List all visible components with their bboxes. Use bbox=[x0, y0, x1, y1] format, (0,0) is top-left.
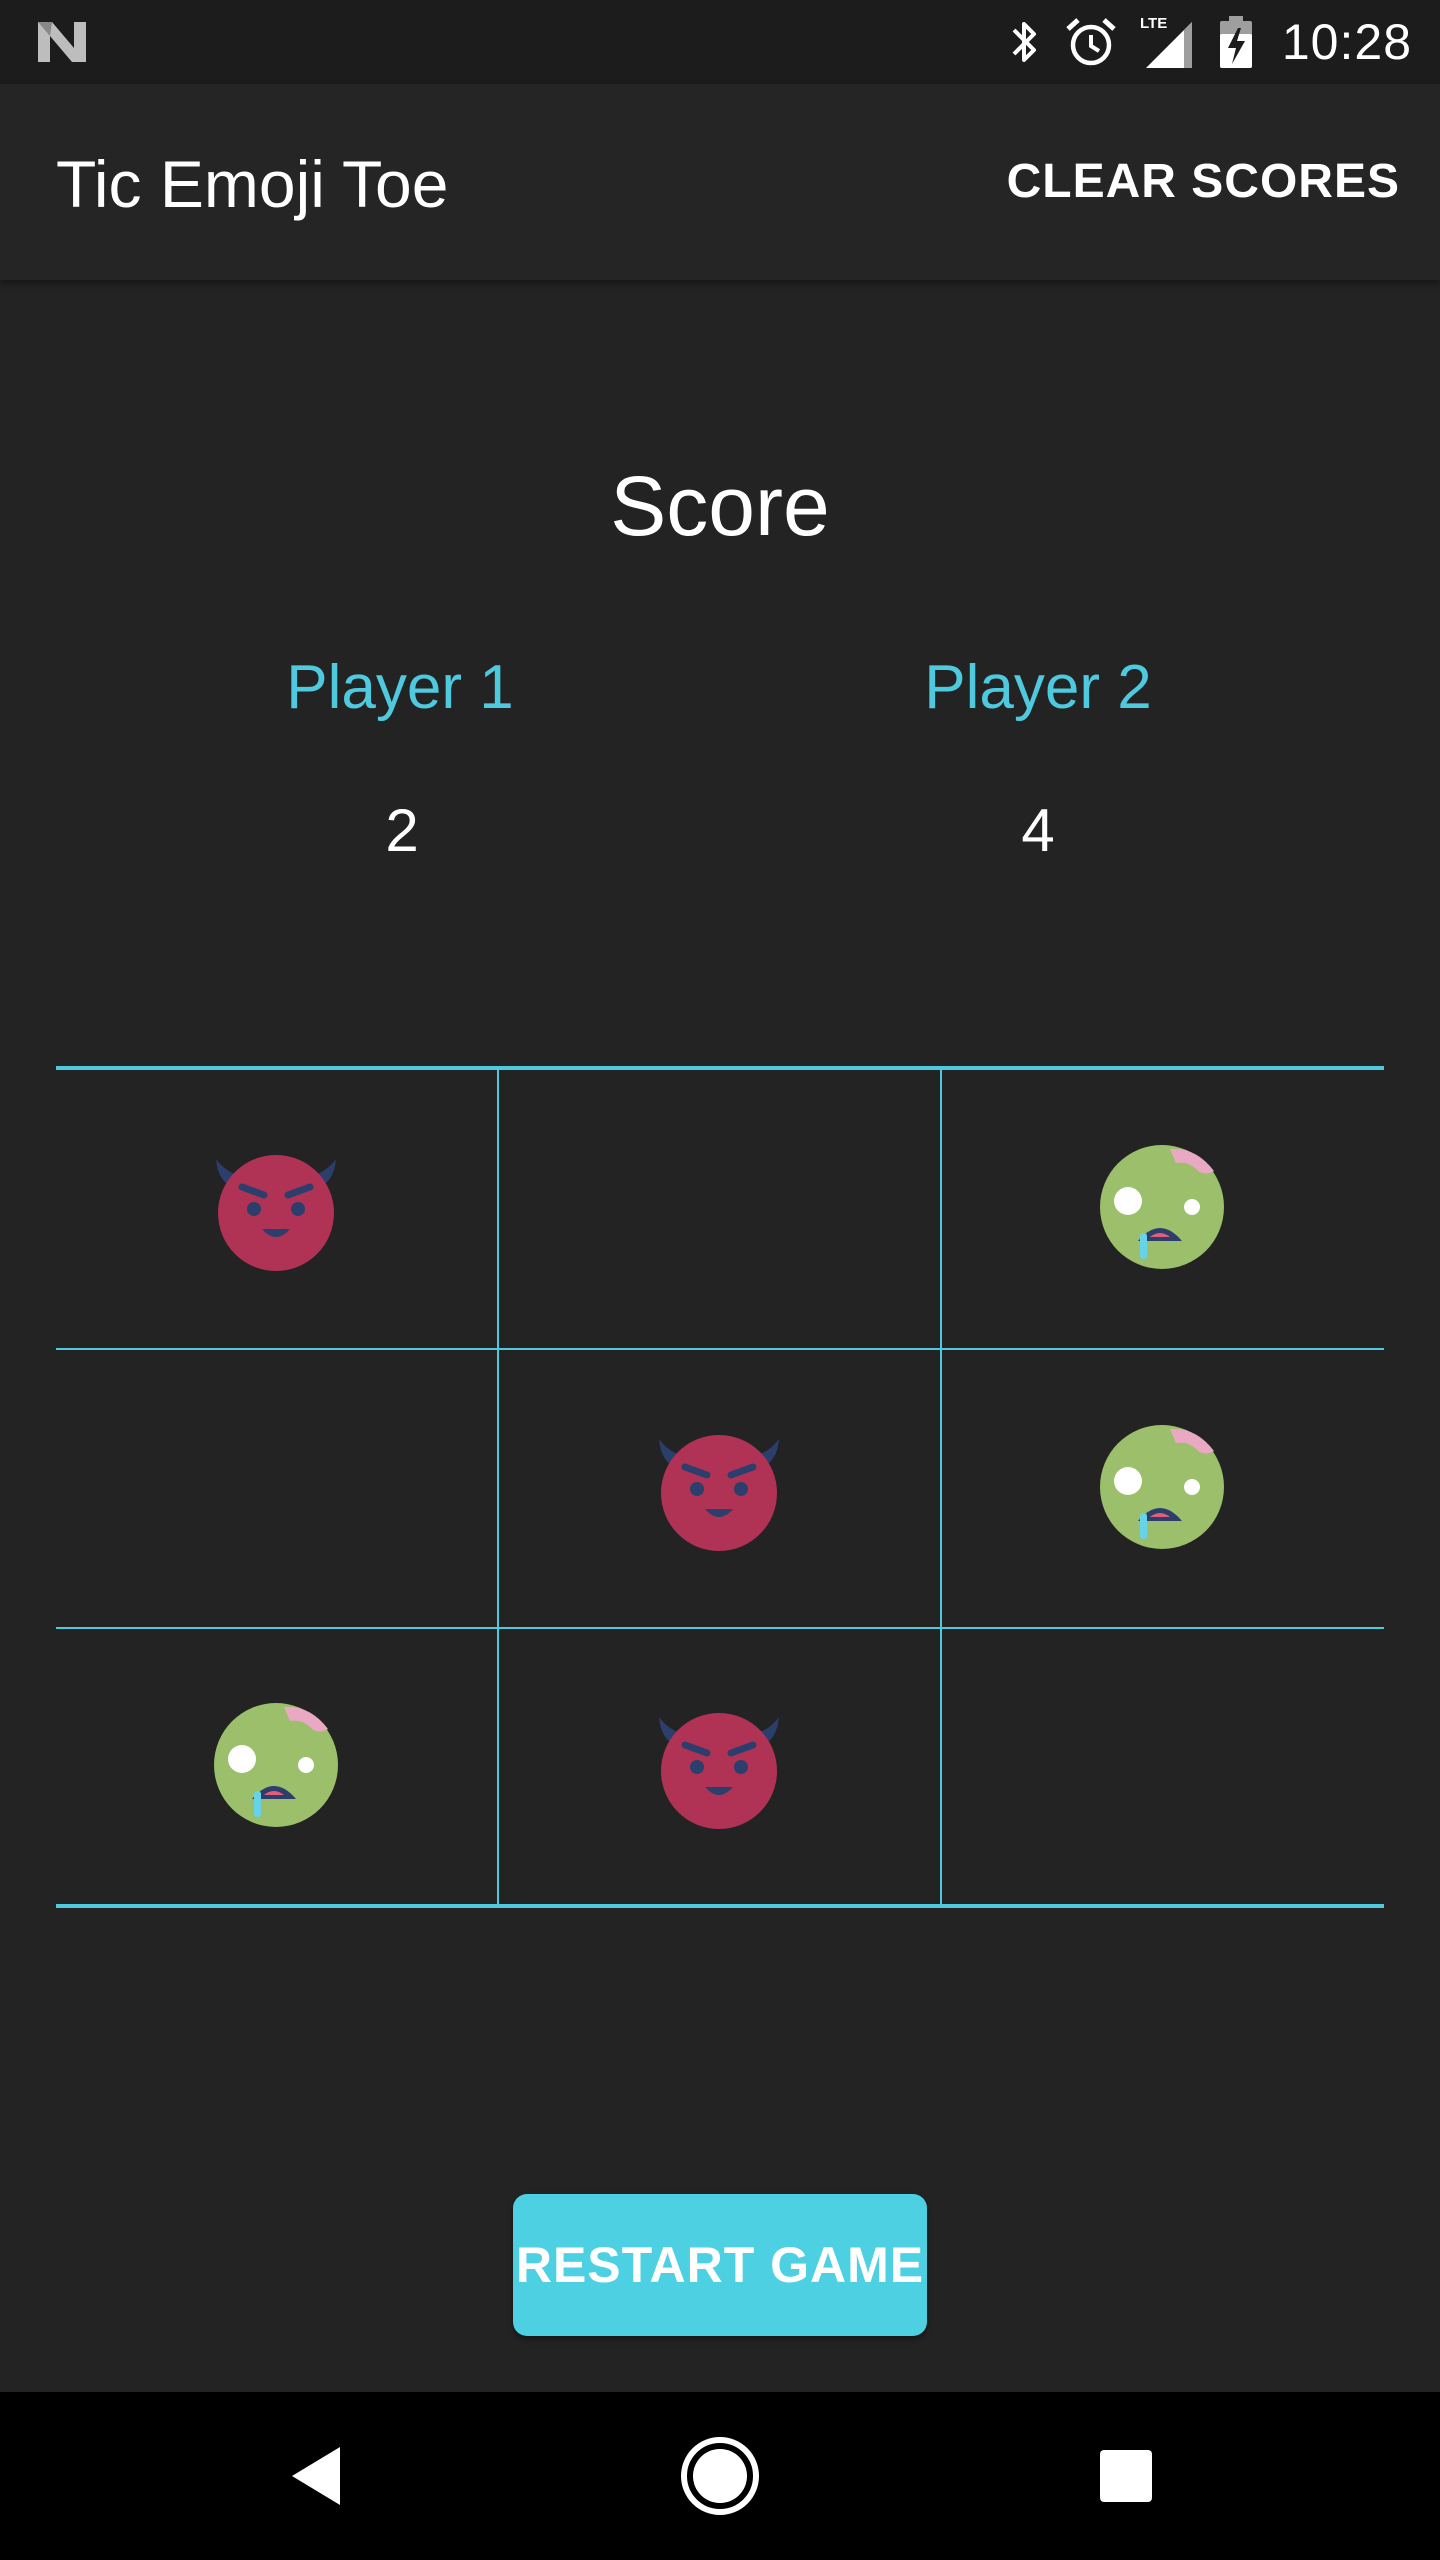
zombie-emoji-icon bbox=[206, 1695, 346, 1840]
clock: 10:28 bbox=[1281, 14, 1412, 70]
recent-apps-button[interactable] bbox=[1046, 2392, 1206, 2560]
alarm-icon bbox=[1066, 18, 1116, 66]
board-cell-2-2[interactable] bbox=[942, 1628, 1382, 1906]
app-title: Tic Emoji Toe bbox=[56, 147, 449, 221]
home-circle-icon bbox=[681, 2437, 759, 2515]
zombie-emoji-icon bbox=[1092, 1417, 1232, 1562]
player1-score: 2 bbox=[385, 797, 419, 864]
devil-emoji-icon bbox=[206, 1137, 346, 1282]
board-cell-1-0[interactable] bbox=[56, 1350, 496, 1628]
zombie-emoji-icon bbox=[1092, 1137, 1232, 1282]
board-cell-1-2[interactable] bbox=[942, 1350, 1382, 1628]
player2-label: Player 2 bbox=[924, 653, 1152, 722]
score-title: Score bbox=[610, 459, 830, 553]
status-icons: LTE 10:28 bbox=[1006, 0, 1412, 84]
player2-score: 4 bbox=[1021, 797, 1055, 864]
status-bar: LTE 10:28 bbox=[0, 0, 1440, 84]
back-triangle-icon bbox=[292, 2447, 340, 2505]
restart-game-button[interactable]: RESTART GAME bbox=[513, 2194, 927, 2336]
recent-apps-square-icon bbox=[1100, 2450, 1152, 2502]
android-n-icon bbox=[38, 22, 86, 62]
board-cell-1-1[interactable] bbox=[499, 1350, 939, 1628]
back-button[interactable] bbox=[236, 2392, 396, 2560]
devil-emoji-icon bbox=[649, 1417, 789, 1562]
game-board bbox=[56, 1066, 1384, 1908]
player1-label: Player 1 bbox=[286, 653, 514, 722]
lte-signal-icon: LTE bbox=[1140, 15, 1192, 68]
bluetooth-icon bbox=[1012, 22, 1036, 62]
navigation-bar bbox=[0, 2392, 1440, 2560]
lte-label: LTE bbox=[1140, 15, 1167, 32]
board-cell-2-0[interactable] bbox=[56, 1628, 496, 1906]
board-cell-0-2[interactable] bbox=[942, 1070, 1382, 1348]
home-button[interactable] bbox=[640, 2392, 800, 2560]
battery-charging-icon bbox=[1219, 16, 1252, 68]
devil-emoji-icon bbox=[649, 1695, 789, 1840]
app-bar: Tic Emoji Toe CLEAR SCORES bbox=[0, 84, 1440, 280]
board-cell-2-1[interactable] bbox=[499, 1628, 939, 1906]
clear-scores-button[interactable]: CLEAR SCORES bbox=[1007, 154, 1400, 209]
board-cell-0-1[interactable] bbox=[499, 1070, 939, 1348]
board-cell-0-0[interactable] bbox=[56, 1070, 496, 1348]
